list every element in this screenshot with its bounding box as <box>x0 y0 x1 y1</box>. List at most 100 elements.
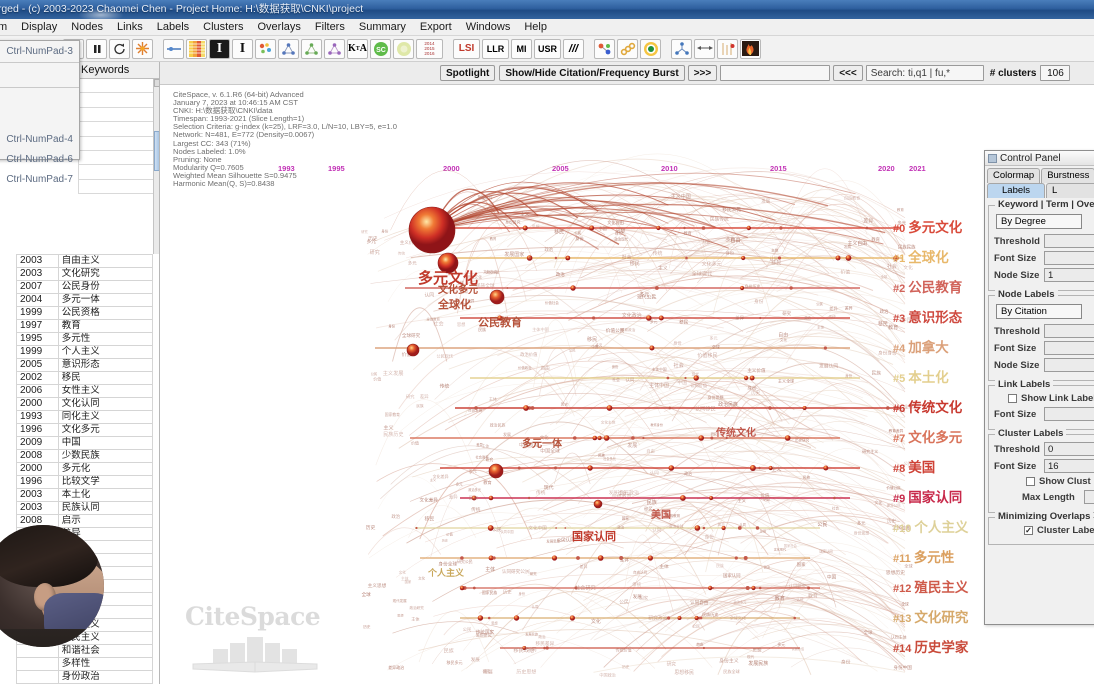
cluster-label-9[interactable]: #9 国家认同 <box>893 483 995 513</box>
table-row[interactable]: 1997 教育 <box>16 319 154 333</box>
clusters-count-field[interactable]: 106 <box>1040 65 1071 81</box>
text-bold-icon[interactable]: I <box>209 38 230 59</box>
table-row[interactable]: 1999 个人主义 <box>16 345 154 359</box>
cluster-label-1[interactable]: #1 全球化 <box>893 243 995 273</box>
network-green-icon[interactable] <box>301 38 322 59</box>
kw-fontsize-input[interactable] <box>1044 251 1094 265</box>
text-thin-icon[interactable]: I <box>232 38 253 59</box>
table-row[interactable]: 2009 中国 <box>16 436 154 450</box>
node-label-mode-select[interactable]: By Citation <box>996 304 1082 319</box>
llr-button[interactable]: LLR <box>482 38 509 59</box>
table-row[interactable]: 2008 少数民族 <box>16 449 154 463</box>
colormap-icon[interactable] <box>186 38 207 59</box>
target-icon[interactable] <box>640 38 661 59</box>
max-length-input[interactable] <box>1084 490 1094 504</box>
dots-link-icon[interactable] <box>594 38 615 59</box>
keywords-scrollbar[interactable] <box>153 79 159 254</box>
cluster-label-10[interactable]: #10 个人主义 <box>893 513 995 543</box>
table-row[interactable]: 2003 自由主义 <box>16 254 154 268</box>
menu-item-help[interactable]: Help <box>517 20 554 34</box>
middle-field[interactable] <box>720 65 831 81</box>
edge-icon[interactable] <box>694 38 715 59</box>
cluster-label-0[interactable]: #0 多元文化 <box>893 213 995 243</box>
kw-nodesize-input[interactable]: 1 <box>1044 268 1094 282</box>
slash-button[interactable]: /// <box>563 38 584 59</box>
cluster-label-6[interactable]: #6 传统文化 <box>893 393 995 423</box>
table-row[interactable]: 1995 多元性 <box>16 332 154 346</box>
show-cluster-checkbox[interactable] <box>1026 477 1035 486</box>
menu-row-3[interactable]: Ctrl-NumPad-4 <box>0 129 79 149</box>
tab-burstness[interactable]: Burstness <box>1041 168 1094 183</box>
menu-item-labels[interactable]: Labels <box>150 20 196 34</box>
kta-icon[interactable]: KTA <box>347 38 368 59</box>
cluster-label-12[interactable]: #12 殖民主义 <box>893 573 995 603</box>
tree-icon[interactable] <box>671 38 692 59</box>
cluster-label-7[interactable]: #7 文化多元 <box>893 423 995 453</box>
burst-icon[interactable] <box>717 38 738 59</box>
cluster-label-overlap-checkbox[interactable]: ✓ <box>1024 526 1033 535</box>
menu-row-0[interactable]: Ctrl-NumPad-3 <box>0 41 79 61</box>
cl-threshold-input[interactable]: 0 <box>1044 442 1094 456</box>
table-row[interactable]: 2003 民族认同 <box>16 501 154 515</box>
cluster-label-5[interactable]: #5 本土化 <box>893 363 995 393</box>
mi-button[interactable]: MI <box>511 38 532 59</box>
table-row[interactable]: 2003 本土化 <box>16 488 154 502</box>
menu-item-links[interactable]: Links <box>110 20 150 34</box>
keyword-mode-select[interactable]: By Degree <box>996 214 1082 229</box>
menu-row-to-file[interactable]: to File <box>0 89 79 109</box>
ll-fontsize-input[interactable] <box>1044 407 1094 421</box>
table-row[interactable]: 2003 文化研究 <box>16 267 154 281</box>
cluster-label-4[interactable]: #4 加拿大 <box>893 333 995 363</box>
network-blue-icon[interactable] <box>278 38 299 59</box>
pause-icon[interactable] <box>86 38 107 59</box>
table-row[interactable]: 2006 女性主义 <box>16 384 154 398</box>
kw-threshold-input[interactable] <box>1044 234 1094 248</box>
menu-item-summary[interactable]: Summary <box>352 20 413 34</box>
table-row[interactable]: 2007 公民身份 <box>16 280 154 294</box>
tab-l[interactable]: L <box>1046 183 1094 198</box>
table-row[interactable]: 1996 文化多元 <box>16 423 154 437</box>
network-purple-icon[interactable] <box>324 38 345 59</box>
menu-item-filters[interactable]: Filters <box>308 20 352 34</box>
menu-item-clusters[interactable]: Clusters <box>196 20 250 34</box>
menu-item-export[interactable]: Export <box>413 20 459 34</box>
menu-item-display[interactable]: Display <box>14 20 64 34</box>
nl-fontsize-input[interactable] <box>1044 341 1094 355</box>
cluster-label-2[interactable]: #2 公民教育 <box>893 273 995 303</box>
table-row[interactable]: 2000 文化认同 <box>16 397 154 411</box>
cl-fontsize-input[interactable]: 16 <box>1044 459 1094 473</box>
search-input[interactable]: Search: ti,q1 | fu,* <box>865 65 984 81</box>
reload-icon[interactable] <box>109 38 130 59</box>
control-panel[interactable]: Control Panel Colormap Burstness Labels … <box>984 150 1094 625</box>
table-row[interactable]: 2004 多元一体 <box>16 293 154 307</box>
table-row[interactable]: 1993 同化主义 <box>16 410 154 424</box>
menu-row-4[interactable]: Ctrl-NumPad-6 <box>0 149 79 169</box>
show-link-labels-checkbox[interactable] <box>1008 394 1017 403</box>
menu-item-0[interactable]: m <box>0 20 14 34</box>
menu-item-nodes[interactable]: Nodes <box>64 20 110 34</box>
timeline-visualization-canvas[interactable]: CiteSpace, v. 6.1.R6 (64-bit) Advanced J… <box>160 85 995 684</box>
table-row[interactable]: 1996 比较文学 <box>16 475 154 489</box>
cluster-label-14[interactable]: #14 历史学家 <box>893 633 995 663</box>
usr-button[interactable]: USR <box>534 38 561 59</box>
forward-button[interactable]: >>> <box>687 65 718 81</box>
table-row[interactable]: 2005 意识形态 <box>16 358 154 372</box>
burst-star-icon[interactable] <box>132 38 153 59</box>
cluster-label-11[interactable]: #11 多元性 <box>893 543 995 573</box>
menu-row-e[interactable]: e <box>0 109 79 129</box>
nl-threshold-input[interactable] <box>1044 324 1094 338</box>
show-hide-burst-button[interactable]: Show/Hide Citation/Frequency Burst <box>499 65 685 81</box>
menu-row-5[interactable]: Ctrl-NumPad-7 <box>0 169 79 189</box>
sc-icon[interactable]: SC <box>370 38 391 59</box>
menu-item-overlays[interactable]: Overlays <box>251 20 308 34</box>
flame-icon[interactable] <box>740 38 761 59</box>
spotlight-button[interactable]: Spotlight <box>440 65 496 81</box>
tab-labels[interactable]: Labels <box>987 183 1045 198</box>
table-row[interactable]: 2000 多元化 <box>16 462 154 476</box>
glow-icon[interactable] <box>393 38 414 59</box>
cluster-label-3[interactable]: #3 意识形态 <box>893 303 995 333</box>
open-dropdown-menu[interactable]: Ctrl-NumPad-3 to File e Ctrl-NumPad-4 Ct… <box>0 40 80 185</box>
cluster-label-13[interactable]: #13 文化研究 <box>893 603 995 633</box>
years-icon[interactable]: 2014 2015 2016 <box>416 38 443 59</box>
table-row[interactable]: 2002 移民 <box>16 371 154 385</box>
